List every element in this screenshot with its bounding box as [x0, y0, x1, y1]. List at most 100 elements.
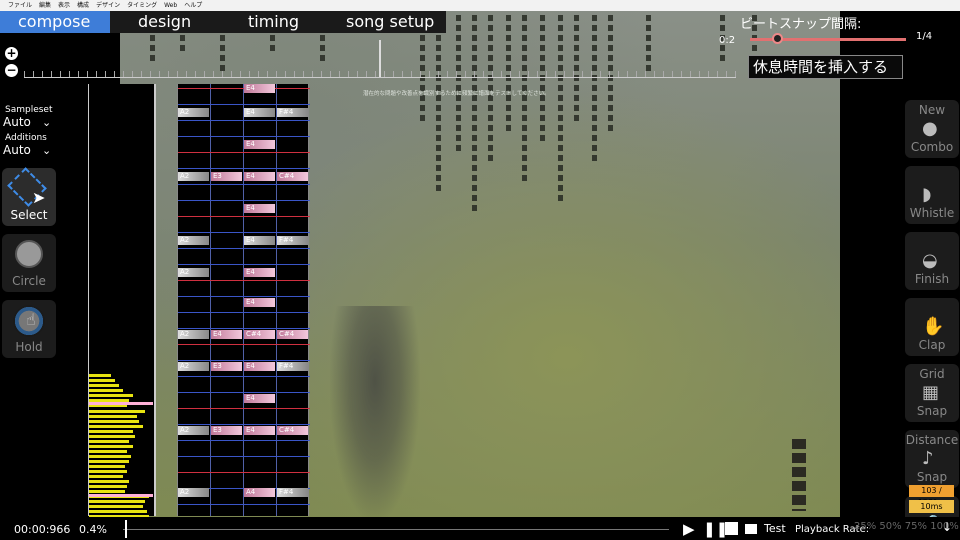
piano-note[interactable]: E3 [211, 426, 242, 435]
piano-note[interactable]: F#4 [277, 362, 308, 371]
tab-compose[interactable]: compose [0, 11, 110, 33]
piano-note[interactable]: A2 [178, 172, 209, 181]
beat-snap-slider[interactable] [750, 33, 906, 44]
chevron-down-icon[interactable]: ⌄ [42, 144, 51, 157]
piano-note[interactable]: A2 [178, 330, 209, 339]
clap-hands-button[interactable]: ✋ Clap [905, 298, 959, 356]
piano-note[interactable]: E4 [244, 140, 275, 149]
density-bar [89, 389, 123, 392]
arrow-down-icon[interactable]: ↓ [942, 520, 952, 534]
piano-note[interactable]: A2 [178, 426, 209, 435]
menu-item[interactable]: 表示 [58, 0, 70, 11]
piano-note[interactable]: A2 [178, 362, 209, 371]
piano-note[interactable]: C#4 [244, 330, 275, 339]
zoom-out-icon[interactable]: − [5, 64, 18, 77]
piano-note[interactable]: A4 [244, 488, 275, 497]
piano-note[interactable]: F#4 [277, 108, 308, 117]
progress-track[interactable] [123, 529, 669, 530]
stop-icon[interactable] [725, 522, 738, 535]
new-combo-label-top: New [918, 103, 946, 117]
hold-tool-label: Hold [15, 340, 43, 354]
piano-note[interactable]: A2 [178, 108, 209, 117]
piano-grid-horizontal [178, 504, 310, 505]
menu-item[interactable]: 編集 [39, 0, 51, 11]
hold-tool-button[interactable]: ☝ Hold [2, 300, 56, 358]
piano-note[interactable]: E4 [244, 362, 275, 371]
menu-item[interactable]: ヘルプ [184, 0, 202, 11]
grid-snap-label: Snap [916, 404, 948, 418]
test-button[interactable]: Test [764, 522, 786, 535]
menu-item[interactable]: Web [164, 0, 177, 11]
piano-note[interactable]: E4 [244, 298, 275, 307]
piano-note[interactable]: C#4 [277, 172, 308, 181]
density-bar [89, 510, 147, 513]
piano-note[interactable]: E3 [211, 172, 242, 181]
timeline[interactable] [24, 36, 736, 78]
piano-note[interactable]: E4 [244, 394, 275, 403]
density-bar [89, 450, 127, 453]
beat-snap-slider-knob[interactable] [771, 33, 783, 44]
menu-item[interactable]: 構成 [77, 0, 89, 11]
tab-timing[interactable]: timing [222, 11, 334, 33]
tab-song-setup[interactable]: song setup [334, 11, 446, 33]
density-bar [89, 379, 115, 382]
new-combo-button[interactable]: New ● Combo [905, 100, 959, 158]
circle-tool-label: Circle [12, 274, 46, 288]
background-figure [330, 306, 420, 521]
beat-snap-label: ビートスナップ間隔: [740, 17, 862, 32]
menu-item[interactable]: タイミング [127, 0, 157, 11]
piano-note[interactable]: E4 [244, 84, 275, 93]
progress-playhead[interactable] [125, 520, 128, 538]
piano-note[interactable]: E4 [211, 330, 242, 339]
piano-note[interactable]: A2 [178, 268, 209, 277]
finish-cymbal-label: Finish [914, 272, 950, 286]
density-edge-line [154, 84, 156, 516]
piano-note[interactable]: A2 [178, 236, 209, 245]
select-tool-button[interactable]: ➤ Select [2, 167, 56, 226]
piano-note[interactable]: E3 [211, 362, 242, 371]
piano-grid-horizontal [178, 120, 310, 121]
piano-grid-horizontal [178, 216, 310, 217]
piano-note[interactable]: C#4 [277, 426, 308, 435]
insert-break-button[interactable]: 休息時間を挿入する [748, 55, 903, 79]
piano-note[interactable]: E4 [244, 426, 275, 435]
background-calligraphy-seal [792, 439, 806, 511]
play-icon[interactable]: ▶ [683, 520, 695, 538]
circle-tool-button[interactable]: Circle [2, 234, 56, 292]
sampleset-select[interactable]: Auto [3, 115, 31, 129]
piano-note[interactable]: C#4 [277, 330, 308, 339]
piano-roll[interactable]: E4 A2 E4 F#4 E4 A2 E3 E4 C#4 E4 A2 E4 F#4 A2 E4 E4 A2 E4 C… [177, 84, 310, 516]
menu-item[interactable]: デザイン [96, 0, 120, 11]
distance-snap-button[interactable]: Distance ♪ Snap [905, 430, 959, 488]
menu-item[interactable]: ファイル [8, 0, 32, 11]
finish-cymbal-button[interactable]: ◒ Finish [905, 232, 959, 290]
piano-grid-vertical [276, 84, 277, 516]
piano-note[interactable]: E4 [244, 172, 275, 181]
piano-note[interactable]: F#4 [277, 236, 308, 245]
whistle-button[interactable]: ◗ Whistle [905, 166, 959, 224]
piano-grid-horizontal [178, 424, 310, 425]
mode-tabs: compose design timing song setup [0, 11, 446, 33]
piano-note[interactable]: E4 [244, 108, 275, 117]
piano-note[interactable]: E4 [244, 268, 275, 277]
piano-note[interactable]: A2 [178, 488, 209, 497]
piano-grid-horizontal [178, 248, 310, 249]
tab-design[interactable]: design [110, 11, 222, 33]
additions-select[interactable]: Auto [3, 143, 31, 157]
zoom-in-icon[interactable]: + [5, 47, 18, 60]
piano-note[interactable]: E4 [244, 204, 275, 213]
density-bar [89, 384, 119, 387]
grid-snap-button[interactable]: Grid ▦ Snap [905, 364, 959, 422]
density-bar [89, 455, 131, 458]
piano-note[interactable]: F#4 [277, 488, 308, 497]
piano-grid-horizontal [178, 296, 310, 297]
whistle-icon: ◗ [922, 184, 932, 205]
chevron-down-icon[interactable]: ⌄ [42, 116, 51, 129]
piano-note[interactable]: E4 [244, 236, 275, 245]
current-time: 00:00:966 [14, 523, 71, 536]
distance-snap-icon: ♪ [922, 448, 934, 469]
grid-snap-label-top: Grid [919, 367, 945, 381]
density-bar [89, 460, 129, 463]
menu-bar: ファイル 編集 表示 構成 デザイン タイミング Web ヘルプ [0, 0, 960, 11]
video-camera-icon[interactable] [745, 524, 757, 534]
